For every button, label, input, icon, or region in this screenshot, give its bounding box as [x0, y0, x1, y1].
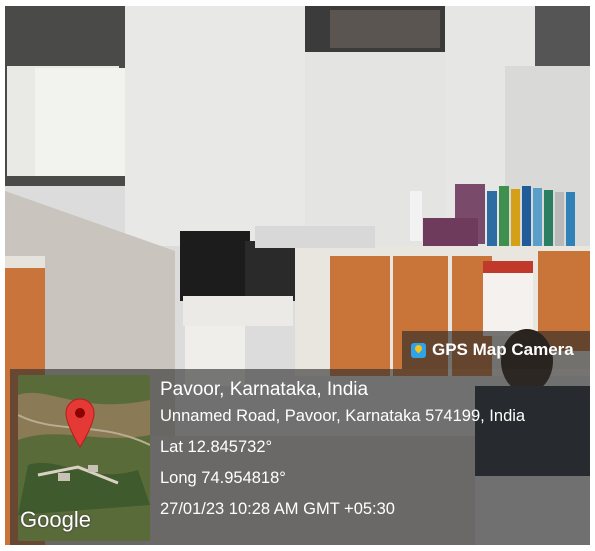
photo-frame: GPS Map Camera Google Pavoor, Karnataka,… — [5, 6, 590, 545]
google-logo: Google — [20, 507, 91, 532]
location-info-panel: Google Pavoor, Karnataka, India Unnamed … — [10, 369, 590, 545]
place-name: Pavoor, Karnataka, India — [160, 379, 369, 400]
gps-map-camera-badge: GPS Map Camera — [402, 331, 590, 369]
badge-label: GPS Map Camera — [432, 340, 574, 359]
map-thumbnail: Google — [18, 375, 150, 541]
longitude-value: Long 74.954818° — [160, 469, 286, 487]
address-line: Unnamed Road, Pavoor, Karnataka 574199, … — [160, 407, 526, 425]
gps-map-camera-app-icon — [411, 342, 426, 358]
location-pin-icon — [65, 398, 95, 448]
datetime-stamp: 27/01/23 10:28 AM GMT +05:30 — [160, 500, 395, 518]
latitude-value: Lat 12.845732° — [160, 438, 273, 456]
location-details: Pavoor, Karnataka, India Unnamed Road, P… — [160, 379, 525, 531]
